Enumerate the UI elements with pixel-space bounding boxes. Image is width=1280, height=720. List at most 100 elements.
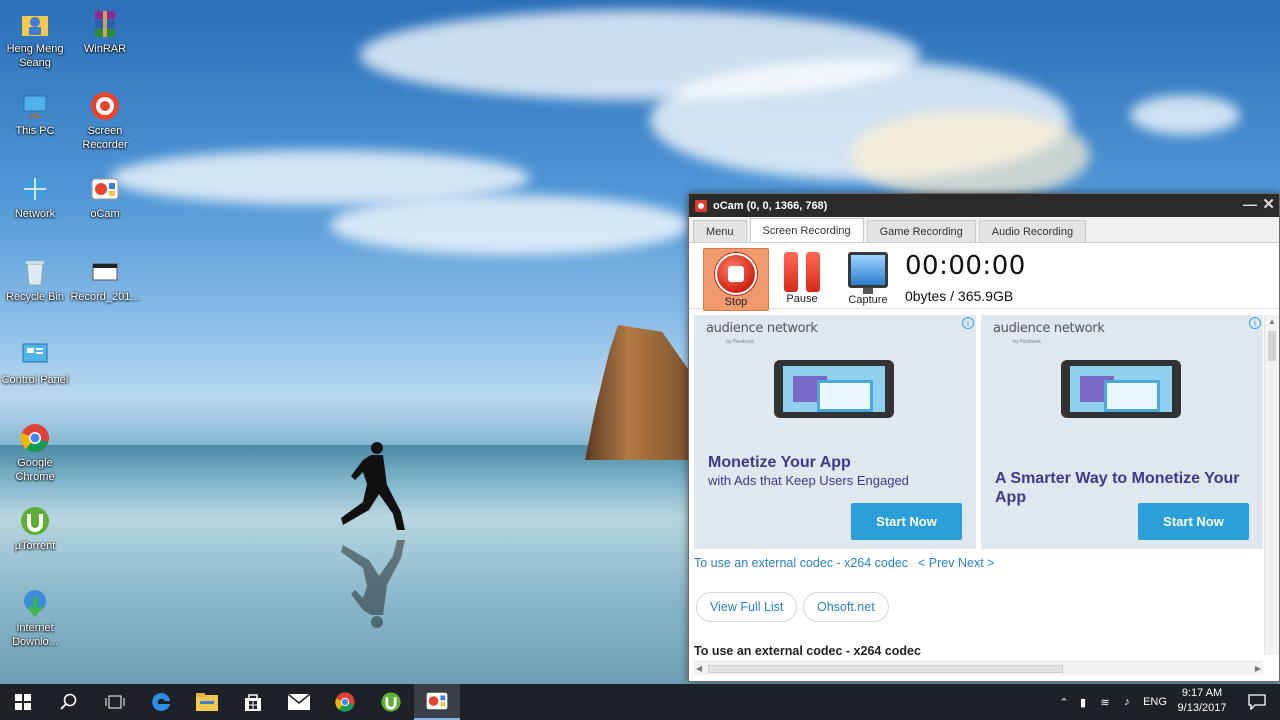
taskbar-mail[interactable] <box>276 684 322 720</box>
taskbar-chrome[interactable] <box>322 684 368 720</box>
taskbar-store[interactable] <box>230 684 276 720</box>
ocam-content-area: audience network by Facebook i Monetize Y… <box>694 315 1263 659</box>
scroll-left-icon[interactable]: ◀ <box>696 662 702 676</box>
phone-illustration <box>1061 360 1181 418</box>
desktop-icon-ocam[interactable]: oCam <box>70 173 140 221</box>
internet-download-icon <box>24 590 46 618</box>
taskbar-ocam[interactable] <box>414 684 460 720</box>
ocam-icon <box>91 178 119 200</box>
network-icon <box>24 178 46 200</box>
winrar-icon <box>95 11 115 37</box>
close-icon[interactable]: ✕ <box>1262 195 1275 213</box>
recycle-bin-icon <box>26 261 44 286</box>
capture-button[interactable]: Capture <box>838 248 898 306</box>
search-icon <box>60 693 77 710</box>
scroll-thumb[interactable] <box>708 665 1063 673</box>
desktop-icon-label: Google Chrome <box>15 457 55 483</box>
ad-headline: A Smarter Way to Monetize Your App <box>995 470 1240 506</box>
desktop-icon-screen-recorder[interactable]: Screen Recorder <box>70 90 140 152</box>
ad-card-2[interactable]: audience network by Facebook i A Smarter … <box>981 315 1263 549</box>
monitor-icon <box>848 252 888 294</box>
ad-card-1[interactable]: audience network by Facebook i Monetize Y… <box>694 315 976 549</box>
taskbar-utorrent[interactable] <box>368 684 414 720</box>
ocam-titlebar[interactable]: oCam (0, 0, 1366, 768) — ✕ <box>689 194 1279 217</box>
ocam-app-icon <box>695 199 707 212</box>
chrome-icon <box>20 424 49 452</box>
notification-icon <box>1248 694 1266 710</box>
horizontal-scrollbar[interactable]: ◀ ▶ <box>694 661 1263 675</box>
start-button[interactable] <box>0 684 46 720</box>
start-now-button[interactable]: Start Now <box>851 503 962 540</box>
taskbar-file-explorer[interactable] <box>184 684 230 720</box>
utorrent-icon <box>381 692 401 712</box>
scroll-right-icon[interactable]: ▶ <box>1255 662 1261 676</box>
windows-start-icon <box>15 694 31 710</box>
minimize-icon[interactable]: — <box>1243 196 1257 212</box>
clock-time: 9:17 AM <box>1181 687 1223 699</box>
desktop-icon-label: Recycle Bin <box>5 291 65 303</box>
desktop-icon-winrar[interactable]: WinRAR <box>70 8 140 56</box>
prev-next-link[interactable]: < Prev Next > <box>918 556 994 570</box>
desktop-icon-utorrent[interactable]: µTorrent <box>0 505 70 553</box>
desktop-icon-label: µTorrent <box>14 540 56 552</box>
start-now-button[interactable]: Start Now <box>1138 503 1249 540</box>
task-view-button[interactable] <box>92 684 138 720</box>
desktop-icon-label: This PC <box>15 125 55 137</box>
desktop-icon-label: Control Panel <box>1 374 69 386</box>
codec-links: To use an external codec - x264 codec < P… <box>694 556 994 570</box>
info-icon[interactable]: i <box>1249 317 1261 329</box>
file-explorer-icon <box>196 693 218 711</box>
desktop-icon-label: Network <box>14 208 56 220</box>
ohsoft-link-button[interactable]: Ohsoft.net <box>803 592 889 622</box>
vertical-scrollbar[interactable]: ▲ <box>1264 315 1279 655</box>
info-icon[interactable]: i <box>962 317 974 329</box>
desktop-icon-label: WinRAR <box>83 43 127 55</box>
ocam-window[interactable]: oCam (0, 0, 1366, 768) — ✕ Menu Screen R… <box>688 193 1280 682</box>
desktop-icon-label: Heng Meng Seang <box>6 43 64 69</box>
pause-button[interactable]: Pause <box>772 248 832 305</box>
tab-screen-recording[interactable]: Screen Recording <box>749 218 864 242</box>
ocam-toolbar: Stop Pause Capture 00:00:00 0bytes / 365… <box>689 243 1279 311</box>
scroll-thumb[interactable] <box>1268 331 1276 361</box>
desktop-icon-network[interactable]: Network <box>0 173 70 221</box>
desktop-icon-this-pc[interactable]: This PC <box>0 90 70 138</box>
mail-icon <box>288 694 310 710</box>
show-hidden-icons-icon[interactable]: ⌃ <box>1056 696 1072 709</box>
codec-link[interactable]: To use an external codec - x264 codec <box>694 556 908 570</box>
user-folder-icon <box>22 16 48 36</box>
desktop-icon-control-panel[interactable]: Control Panel <box>0 339 70 387</box>
battery-icon[interactable]: ▮ <box>1072 696 1094 709</box>
tab-audio-recording[interactable]: Audio Recording <box>978 220 1087 242</box>
ad-subheadline: with Ads that Keep Users Engaged <box>708 473 909 488</box>
wifi-icon[interactable]: ≋ <box>1094 696 1116 709</box>
volume-icon[interactable]: ♪ <box>1116 696 1138 708</box>
desktop-icon-user-folder[interactable]: Heng Meng Seang <box>0 8 70 70</box>
ocam-tabbar: Menu Screen Recording Game Recording Aud… <box>689 217 1279 243</box>
view-full-list-button[interactable]: View Full List <box>696 592 798 622</box>
desktop-icon-label: oCam <box>90 208 120 220</box>
codec-heading: To use an external codec - x264 codec <box>694 644 921 658</box>
taskbar-clock[interactable]: 9:17 AM 9/13/2017 <box>1172 686 1232 716</box>
stop-label: Stop <box>724 296 748 308</box>
desktop-icon-recycle-bin[interactable]: Recycle Bin <box>0 256 70 304</box>
desktop-icon-label: Record_201... <box>70 291 140 303</box>
action-center-button[interactable] <box>1234 684 1280 720</box>
desktop-icon-label: Screen Recorder <box>82 125 128 151</box>
control-panel-icon <box>22 343 48 363</box>
search-button[interactable] <box>46 684 92 720</box>
tab-menu[interactable]: Menu <box>693 220 747 242</box>
file-icon <box>92 263 118 281</box>
computer-icon <box>23 95 47 118</box>
capture-label: Capture <box>848 294 888 306</box>
tab-game-recording[interactable]: Game Recording <box>866 220 976 242</box>
language-indicator[interactable]: ENG <box>1138 696 1172 708</box>
desktop-icon-internet-download[interactable]: Internet Downlo... <box>0 587 70 649</box>
taskbar-edge[interactable] <box>138 684 184 720</box>
desktop-icon-google-chrome[interactable]: Google Chrome <box>0 422 70 484</box>
pause-label: Pause <box>786 293 818 305</box>
ad-brand: audience network by Facebook <box>706 321 818 345</box>
ad-headline: Monetize Your App <box>708 454 851 471</box>
stop-button[interactable]: Stop <box>703 248 769 311</box>
desktop-icon-record-file[interactable]: Record_201... <box>70 256 140 304</box>
scroll-up-icon[interactable]: ▲ <box>1265 315 1279 329</box>
